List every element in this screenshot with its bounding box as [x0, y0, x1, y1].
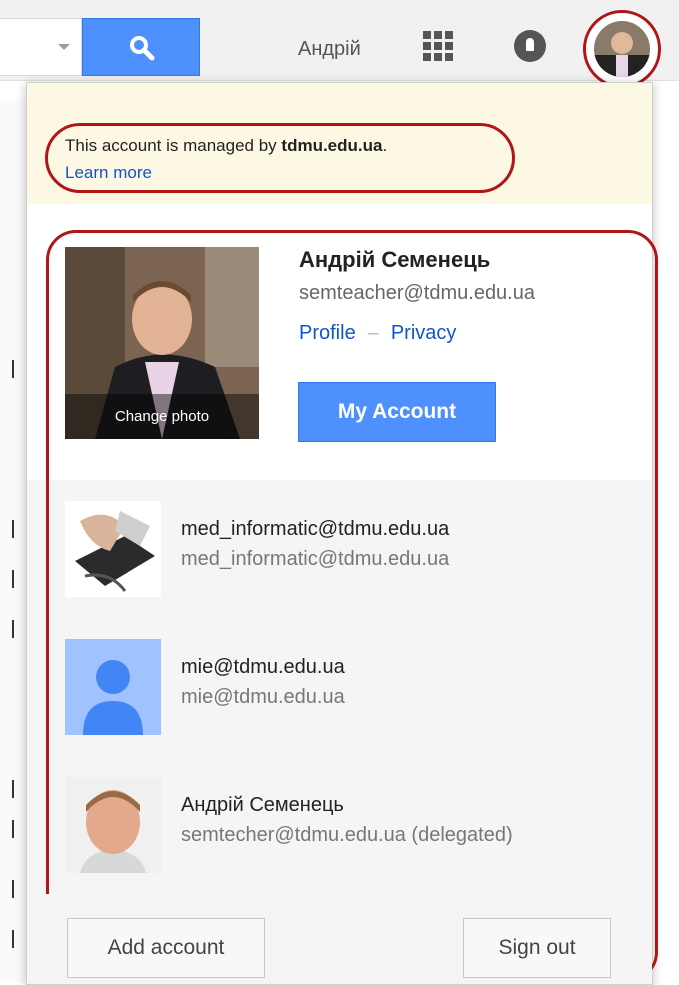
- my-account-button[interactable]: My Account: [298, 382, 496, 442]
- profile-link[interactable]: Profile: [299, 322, 356, 344]
- account-name: Андрій Семенець: [181, 794, 344, 816]
- account-email: med_informatic@tdmu.edu.ua: [181, 548, 450, 570]
- account-email: semtecher@tdmu.edu.ua (delegated): [181, 824, 513, 846]
- account-thumbnail: [65, 777, 161, 873]
- popup-footer: Add account Sign out: [27, 894, 652, 984]
- account-popup: This account is managed by tdmu.edu.ua. …: [26, 82, 658, 985]
- learn-more-link[interactable]: Learn more: [65, 163, 152, 183]
- username-label[interactable]: Андрій: [298, 38, 361, 61]
- current-account: Change photo Андрій Семенець semteacher@…: [27, 204, 652, 481]
- change-photo-label[interactable]: Change photo: [65, 394, 259, 439]
- profile-photo[interactable]: Change photo: [65, 247, 259, 439]
- account-email: semteacher@tdmu.edu.ua: [299, 282, 535, 304]
- notifications-icon[interactable]: [514, 30, 546, 62]
- account-name: med_informatic@tdmu.edu.ua: [181, 518, 450, 540]
- top-bar: Андрій: [0, 0, 679, 81]
- account-name: Андрій Семенець: [299, 247, 491, 272]
- account-name: mie@tdmu.edu.ua: [181, 656, 345, 678]
- account-thumbnail: [65, 501, 161, 597]
- default-avatar-icon: [65, 639, 161, 735]
- search-input[interactable]: [0, 18, 82, 76]
- account-email: mie@tdmu.edu.ua: [181, 686, 345, 708]
- account-list-item[interactable]: Андрій Семенець semtecher@tdmu.edu.ua (d…: [27, 756, 652, 895]
- profile-privacy-links: Profile – Privacy: [299, 322, 456, 345]
- avatar[interactable]: [583, 10, 661, 88]
- sign-out-button[interactable]: Sign out: [463, 918, 611, 978]
- privacy-link[interactable]: Privacy: [391, 322, 457, 344]
- managed-account-notice: This account is managed by tdmu.edu.ua. …: [27, 83, 652, 205]
- account-list-item[interactable]: med_informatic@tdmu.edu.ua med_informati…: [27, 480, 652, 619]
- apps-grid-icon[interactable]: [423, 31, 453, 61]
- search-button[interactable]: [82, 18, 200, 76]
- account-list-item[interactable]: mie@tdmu.edu.ua mie@tdmu.edu.ua: [27, 618, 652, 757]
- search-icon: [130, 36, 155, 61]
- managed-domain: tdmu.edu.ua: [281, 136, 383, 155]
- chevron-down-icon[interactable]: [58, 44, 70, 50]
- link-separator: –: [367, 322, 379, 344]
- page-background-strip: [0, 100, 27, 983]
- add-account-button[interactable]: Add account: [67, 918, 265, 978]
- notice-text: This account is managed by tdmu.edu.ua.: [65, 136, 388, 155]
